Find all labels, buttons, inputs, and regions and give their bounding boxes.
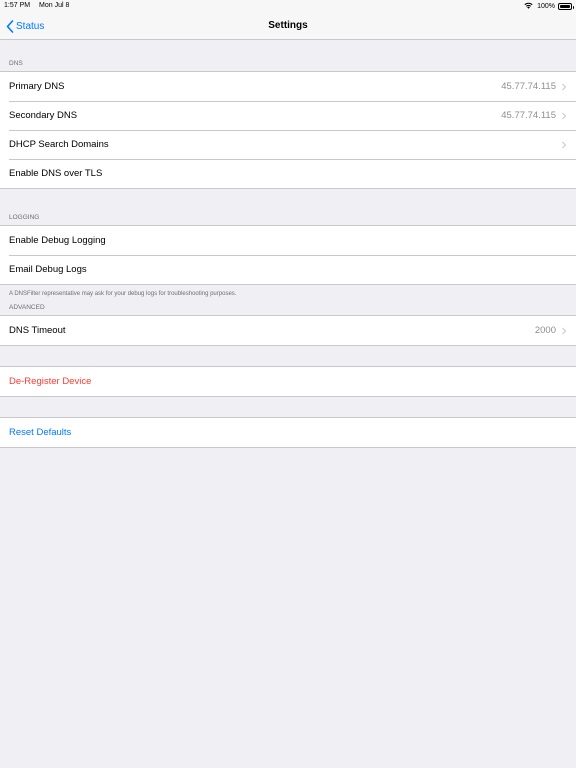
wifi-icon [524,2,533,11]
dns-timeout-label: DNS Timeout [9,325,66,336]
battery-icon [558,3,574,10]
reset-defaults-button[interactable]: Reset Defaults [0,418,576,447]
dns-timeout-value: 2000 [534,325,556,336]
enable-dns-over-tls-label: Enable DNS over TLS [9,168,103,179]
enable-debug-logging-row[interactable]: Enable Debug Logging [0,226,576,255]
secondary-dns-label: Secondary DNS [9,110,78,121]
status-bar-right: 100% [524,2,574,11]
email-debug-logs-row[interactable]: Email Debug Logs [0,255,576,284]
logging-group: Enable Debug Logging Email Debug Logs [0,225,576,285]
back-button[interactable]: Status [6,12,44,40]
settings-list: DNS Primary DNS 45.77.74.115 Secondary D… [0,40,576,448]
battery-percent: 100% [537,3,555,10]
deregister-device-label: De-Register Device [9,376,92,387]
status-bar: 1:57 PM Mon Jul 8 100% [0,0,576,12]
chevron-right-icon [562,112,567,119]
logging-footer-note: A DNSFilter representative may ask for y… [9,291,237,297]
primary-dns-value: 45.77.74.115 [501,81,556,92]
chevron-left-icon [6,19,14,33]
primary-dns-label: Primary DNS [9,81,65,92]
secondary-dns-value: 45.77.74.115 [501,110,556,121]
advanced-group: DNS Timeout 2000 [0,315,576,346]
enable-debug-logging-label: Enable Debug Logging [9,235,106,246]
status-time: 1:57 PM [4,2,31,9]
battery-fill [560,5,570,8]
dns-group: Primary DNS 45.77.74.115 Secondary DNS 4… [0,71,576,189]
email-debug-logs-label: Email Debug Logs [9,264,87,275]
dhcp-search-domains-label: DHCP Search Domains [9,139,109,150]
secondary-dns-row[interactable]: Secondary DNS 45.77.74.115 [0,101,576,130]
enable-dns-over-tls-row[interactable]: Enable DNS over TLS [0,159,576,188]
section-header-logging: LOGGING [9,214,40,221]
deregister-device-button[interactable]: De-Register Device [0,367,576,396]
deregister-group: De-Register Device [0,366,576,397]
reset-defaults-label: Reset Defaults [9,427,72,438]
dns-timeout-row[interactable]: DNS Timeout 2000 [0,316,576,345]
back-button-label: Status [16,20,45,32]
chevron-right-icon [562,141,567,148]
chevron-right-icon [562,83,567,90]
reset-group: Reset Defaults [0,417,576,448]
dhcp-search-domains-row[interactable]: DHCP Search Domains [0,130,576,159]
status-date: Mon Jul 8 [39,2,70,9]
primary-dns-row[interactable]: Primary DNS 45.77.74.115 [0,72,576,101]
section-header-dns: DNS [9,60,23,67]
battery-nub [572,6,574,9]
navigation-bar: Status Settings [0,12,576,40]
section-header-advanced: ADVANCED [9,304,45,311]
chevron-right-icon [562,327,567,334]
page-title: Settings [268,20,308,31]
status-bar-left: 1:57 PM Mon Jul 8 [4,2,76,9]
